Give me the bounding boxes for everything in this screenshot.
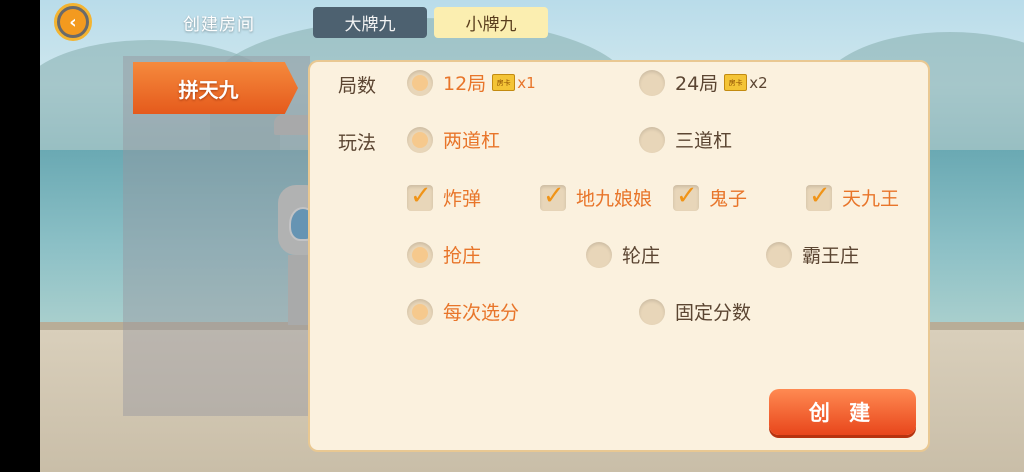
extra-option-dijiu-niangniang[interactable]: 地九娘娘: [540, 181, 653, 211]
checkbox-checked[interactable]: [806, 181, 832, 211]
scoring-option-each-time[interactable]: 每次选分: [407, 298, 519, 325]
rounds-option-24[interactable]: 24局 房卡 x2: [639, 69, 768, 96]
banker-option-rotate[interactable]: 轮庄: [586, 241, 660, 268]
option-label: 每次选分: [443, 302, 520, 324]
option-label: 炸弹: [443, 188, 482, 210]
option-label: 鬼子: [709, 188, 748, 210]
play-label: 玩法: [338, 132, 377, 154]
radio-unselected[interactable]: [586, 241, 612, 268]
back-arrow-icon: ‹: [60, 9, 86, 35]
sidebar-item-pin-tianjiu[interactable]: 拼天九: [133, 62, 298, 114]
radio-unselected[interactable]: [639, 126, 665, 153]
radio-unselected[interactable]: [639, 69, 665, 96]
option-label: 固定分数: [675, 302, 752, 324]
tab-big-paigow[interactable]: 大牌九: [313, 7, 427, 38]
room-card-icon: 房卡: [724, 74, 748, 91]
radio-selected[interactable]: [407, 69, 433, 96]
play-option-three-bars[interactable]: 三道杠: [639, 126, 732, 153]
option-label: 抢庄: [443, 245, 482, 267]
scoring-option-fixed[interactable]: 固定分数: [639, 298, 751, 325]
option-label: 两道杠: [443, 130, 501, 152]
banker-option-grab[interactable]: 抢庄: [407, 241, 481, 268]
rounds-option-12[interactable]: 12局 房卡 x1: [407, 69, 536, 96]
radio-selected[interactable]: [407, 126, 433, 153]
tab-small-paigow[interactable]: 小牌九: [434, 7, 548, 38]
extra-option-bomb[interactable]: 炸弹: [407, 181, 482, 211]
radio-unselected[interactable]: [766, 241, 792, 268]
sidebar-item-label: 拼天九: [178, 77, 239, 102]
radio-unselected[interactable]: [639, 298, 665, 325]
card-cost: x1: [517, 73, 536, 92]
option-label: 三道杠: [675, 130, 733, 152]
option-label: 天九王: [842, 188, 900, 210]
option-label: 12局: [443, 73, 487, 95]
rounds-label: 局数: [338, 75, 377, 97]
page-title: 创建房间: [183, 15, 255, 35]
create-button[interactable]: 创 建: [769, 389, 916, 435]
checkbox-checked[interactable]: [540, 181, 566, 211]
radio-selected[interactable]: [407, 298, 433, 325]
extra-option-tianjiu-king[interactable]: 天九王: [806, 181, 900, 211]
play-option-two-bars[interactable]: 两道杠: [407, 126, 500, 153]
extra-option-guizi[interactable]: 鬼子: [673, 181, 748, 211]
option-label: 24局: [675, 73, 719, 95]
room-card-icon: 房卡: [492, 74, 516, 91]
card-cost: x2: [749, 73, 768, 92]
banker-option-overlord[interactable]: 霸王庄: [766, 241, 859, 268]
header-bar: ‹ 创建房间 大牌九 小牌九: [40, 0, 1024, 46]
option-label: 霸王庄: [802, 245, 860, 267]
checkbox-checked[interactable]: [673, 181, 699, 211]
checkbox-checked[interactable]: [407, 181, 433, 211]
back-button[interactable]: ‹: [54, 3, 92, 41]
option-label: 地九娘娘: [576, 188, 653, 210]
option-label: 轮庄: [622, 245, 661, 267]
radio-selected[interactable]: [407, 241, 433, 268]
